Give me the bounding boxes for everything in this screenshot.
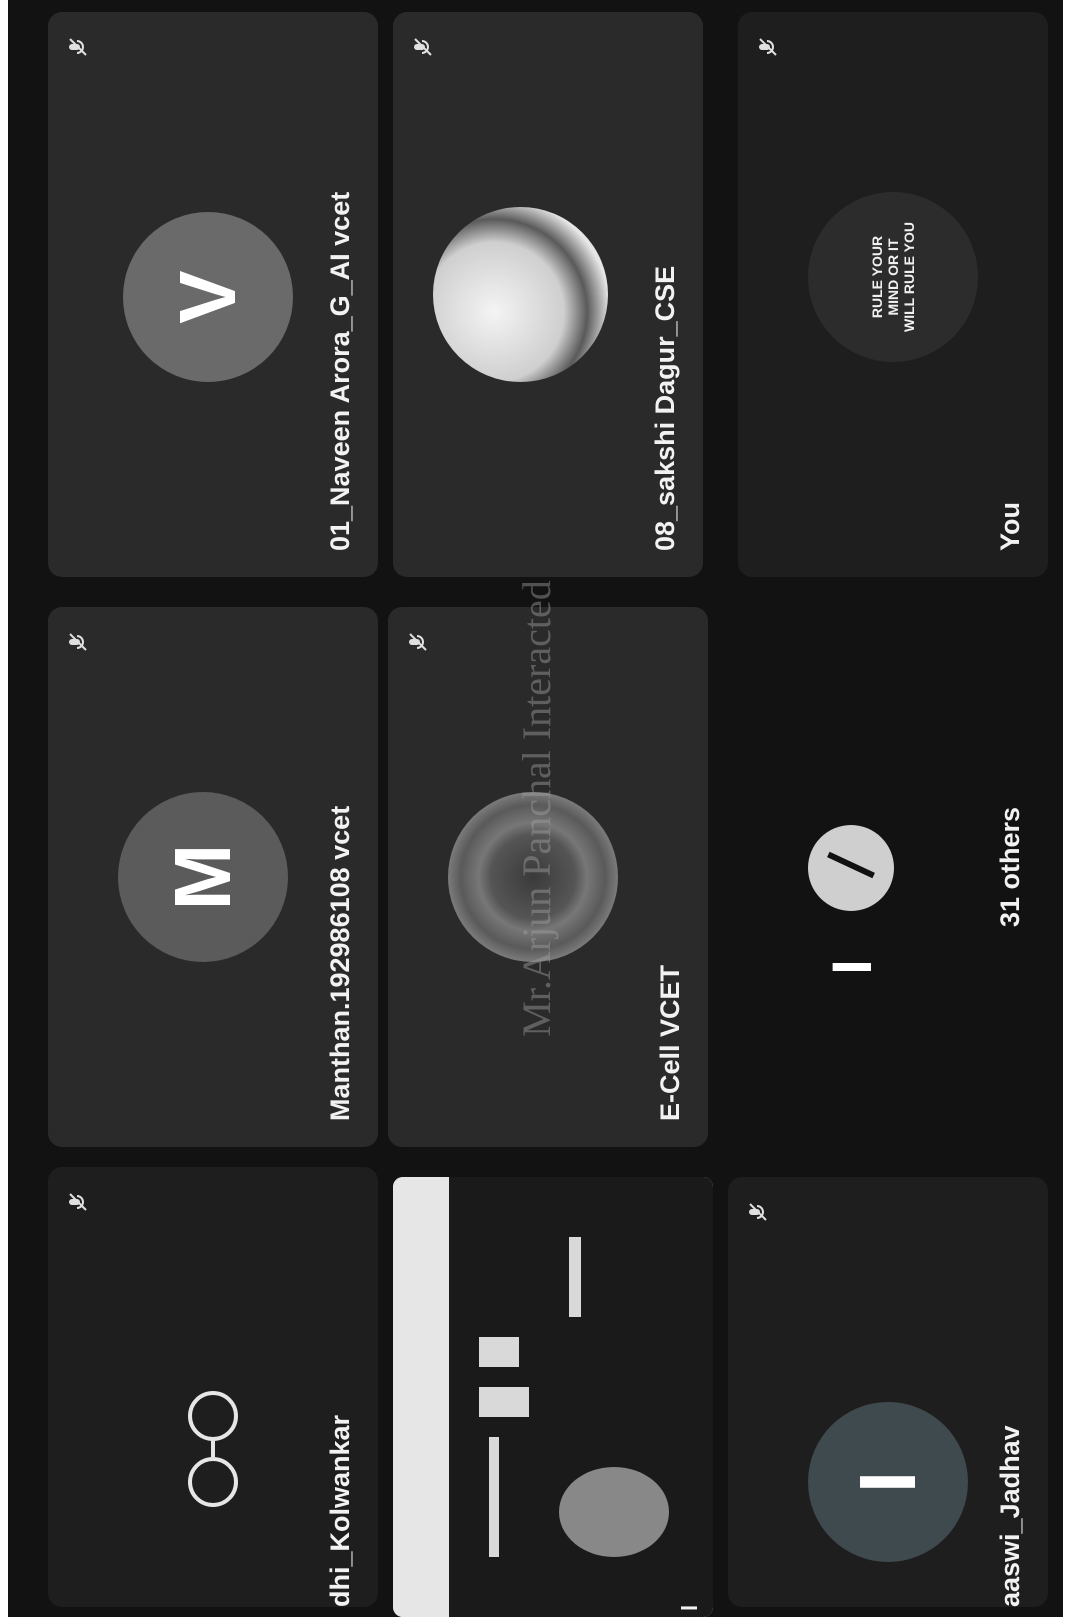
mic-off-icon (66, 1189, 92, 1215)
mic-off-icon (746, 1199, 772, 1225)
participant-name: Manthan.192986108 vcet (325, 805, 355, 1121)
glasses-icon (188, 1391, 238, 1507)
screen-toolbar (393, 1177, 449, 1617)
mic-off-icon (406, 629, 432, 655)
avatar: V (123, 212, 293, 382)
quote-line: WILL RULE YOU (901, 222, 917, 332)
others-avatars: I (808, 825, 894, 997)
quote-line: RULE YOUR (869, 235, 885, 319)
screen-content (449, 1177, 713, 1617)
quote-avatar: RULE YOUR MIND OR IT WILL RULE YOU (808, 192, 978, 362)
avatar: I (808, 1402, 968, 1562)
participant-name: l (677, 1604, 702, 1611)
mic-off-icon (66, 629, 92, 655)
quote-line: MIND OR IT (885, 238, 901, 316)
avatar: I (819, 959, 883, 975)
participant-tile[interactable]: M Manthan.192986108 vcet (48, 607, 378, 1147)
mic-off-icon (756, 34, 782, 60)
participant-tile[interactable]: I aaswi_Jadhav (728, 1177, 1048, 1607)
participant-name: E-Cell VCET (655, 964, 685, 1121)
participant-tile[interactable]: V 01_Naveen Arora_G_AI vcet (48, 12, 378, 577)
participant-grid: dhi_Kolwankar M Manthan.192986108 vcet V… (8, 0, 1063, 1617)
mic-off-icon (66, 34, 92, 60)
participant-name: 01_Naveen Arora_G_AI vcet (325, 191, 355, 551)
participant-name: 08_sakshi Dagur_CSE (650, 265, 680, 551)
participant-name: aaswi_Jadhav (995, 1425, 1025, 1607)
mic-off-icon (411, 34, 437, 60)
others-count: 31 others (995, 806, 1025, 927)
participant-name: dhi_Kolwankar (325, 1414, 355, 1607)
self-tile[interactable]: RULE YOUR MIND OR IT WILL RULE YOU You (738, 12, 1048, 577)
others-tile[interactable]: I 31 others (728, 607, 1048, 1147)
watermark: Mr.Arjun Panchal Interacted (514, 580, 559, 1037)
participant-name: You (995, 502, 1025, 551)
meeting-photo: dhi_Kolwankar M Manthan.192986108 vcet V… (8, 0, 1063, 1617)
avatar: M (118, 792, 288, 962)
avatar (808, 825, 894, 911)
participant-tile[interactable]: dhi_Kolwankar (48, 1167, 378, 1607)
